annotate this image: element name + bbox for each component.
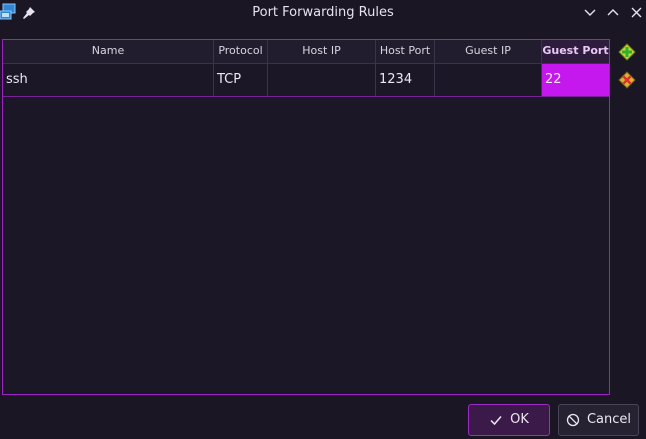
cell-host-ip[interactable]	[268, 64, 376, 96]
column-header-protocol[interactable]: Protocol	[214, 40, 268, 64]
table-header: Name Protocol Host IP Host Port Guest IP…	[3, 40, 609, 64]
cell-name[interactable]: ssh	[3, 64, 214, 96]
cell-host-port[interactable]: 1234	[376, 64, 435, 96]
ok-button[interactable]: OK	[468, 404, 550, 436]
table-row[interactable]: ssh TCP 1234 22	[3, 64, 609, 97]
cell-guest-ip[interactable]	[435, 64, 542, 96]
rules-table[interactable]: Name Protocol Host IP Host Port Guest IP…	[2, 39, 610, 395]
column-header-guest-ip[interactable]: Guest IP	[435, 40, 542, 64]
close-icon[interactable]	[628, 4, 646, 22]
chevron-down-icon[interactable]	[581, 4, 599, 22]
chevron-up-icon[interactable]	[604, 4, 622, 22]
ok-button-label: OK	[510, 412, 529, 427]
column-header-name[interactable]: Name	[3, 40, 214, 64]
column-header-guest-port[interactable]: Guest Port	[542, 40, 609, 64]
cancel-button-label: Cancel	[586, 412, 632, 427]
cell-guest-port[interactable]: 22	[542, 64, 609, 96]
column-header-host-port[interactable]: Host Port	[376, 40, 435, 64]
column-header-host-ip[interactable]: Host IP	[268, 40, 376, 64]
cancel-button[interactable]: Cancel	[558, 404, 639, 436]
title-bar: Port Forwarding Rules	[0, 0, 646, 26]
cancel-icon	[566, 413, 580, 427]
add-rule-icon[interactable]	[617, 42, 637, 62]
cell-protocol[interactable]: TCP	[214, 64, 268, 96]
remove-rule-icon[interactable]	[617, 70, 637, 90]
check-icon	[489, 413, 503, 427]
window-title: Port Forwarding Rules	[252, 5, 394, 20]
